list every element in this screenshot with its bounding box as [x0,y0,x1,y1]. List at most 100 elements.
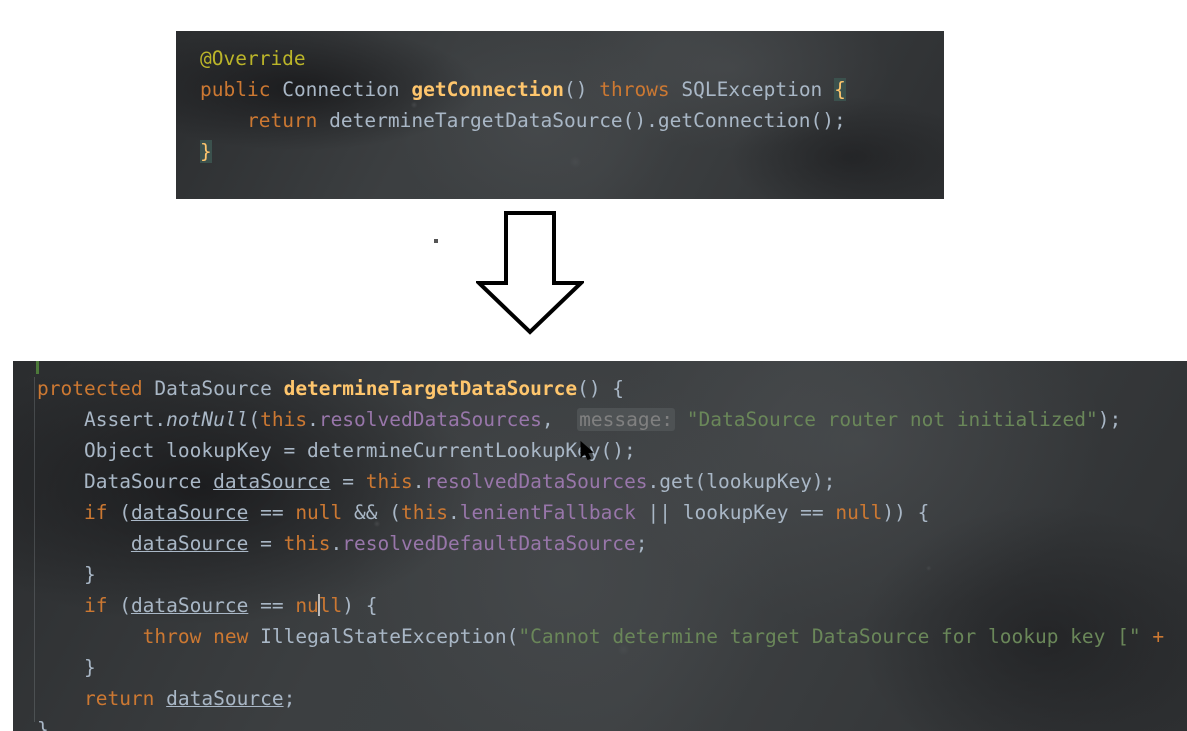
stray-dot-artifact [434,239,438,243]
code-token-punct [154,687,166,710]
code-token-punct [37,625,131,648]
code-token-punct: ( [248,408,261,431]
code-token-str: "Cannot determine target DataSource for … [518,625,1141,648]
code-token-punct [37,532,131,555]
bottom-code-lines[interactable]: protected DataSource determineTargetData… [13,361,1187,731]
code-token-local-u: dataSource [130,532,249,555]
code-token-type: SQLException [681,78,823,101]
code-token-type: Assert [83,408,155,431]
code-token-punct [143,377,155,400]
code-token-kw: this [400,501,448,524]
code-token-call: determineTargetDataSource [329,109,623,132]
code-token-call: getConnection [657,109,811,132]
code-token-punct [272,377,284,400]
code-token-punct: == [248,501,296,524]
code-token-punct [200,109,247,132]
code-token-punct [37,501,84,524]
code-token-kw: return [246,109,318,132]
code-token-punct [822,78,834,101]
code-line[interactable]: } [37,559,1187,590]
code-line[interactable]: Assert.notNull(this.resolvedDataSources,… [37,404,1187,435]
code-token-punct: , [541,408,566,431]
code-token-punct: ( [107,501,131,524]
code-line[interactable]: } [37,714,1187,731]
code-line[interactable]: } [37,652,1187,683]
code-line[interactable]: if (dataSource == null) { [37,590,1187,621]
code-token-kw: null [835,501,883,524]
code-line[interactable]: protected DataSource determineTargetData… [37,373,1187,404]
code-token-punct: == [248,594,296,617]
code-token-punct: )) { [882,501,930,524]
code-token-punct: lookupKey = [154,439,308,462]
code-token-field: resolvedDefaultDataSource [342,532,636,555]
code-token-field: lenientFallback [459,501,636,524]
code-token-punct [37,594,84,617]
code-token-punct [270,78,282,101]
code-token-punct: (lookupKey); [694,470,836,493]
code-token-punct: } [37,656,96,679]
code-token-punct: . [447,501,460,524]
code-token-punct: (); [810,109,846,132]
code-token-kw: this [365,470,413,493]
code-token-kw: if [83,501,108,524]
code-line[interactable]: throw new IllegalStateException("Cannot … [37,621,1187,652]
code-token-punct [248,625,260,648]
code-token-local-u: dataSource [166,687,284,710]
code-token-type: Connection [282,78,400,101]
code-line[interactable]: return dataSource; [37,683,1187,714]
code-token-kw: return [83,687,155,710]
arrow-shape [476,211,584,335]
code-token-kw: public [200,78,271,101]
code-token-punct [37,439,84,462]
code-token-kw: + [1140,625,1165,648]
code-token-punct: . [307,408,319,431]
top-code-lines[interactable]: @Override public Connection getConnection… [176,31,944,167]
code-token-brace-hl: { [834,78,846,101]
code-token-punct: && ( [342,501,401,524]
vcs-added-marker [36,361,39,374]
code-token-method: determineTargetDataSource [283,377,578,400]
top-code-snippet-panel[interactable]: @Override public Connection getConnection… [176,31,944,199]
code-token-punct: (); [600,439,636,462]
code-line[interactable]: return determineTargetDataSource().getCo… [200,105,944,136]
code-token-field: resolvedDataSources [318,408,542,431]
code-token-punct [317,109,329,132]
code-line[interactable]: dataSource = this.resolvedDefaultDataSou… [37,528,1187,559]
code-token-field: resolvedDataSources [424,470,648,493]
code-token-kw: new [213,625,249,648]
code-line[interactable]: } [200,136,944,167]
code-line[interactable]: if (dataSource == null && (this.lenientF… [37,497,1187,528]
code-token-local-u: dataSource [130,594,249,617]
code-line[interactable]: @Override [200,43,944,74]
code-token-call: get [659,470,695,493]
code-token-punct [670,78,682,101]
code-token-punct: () { [577,377,625,400]
bottom-code-snippet-panel[interactable]: protected DataSource determineTargetData… [13,361,1187,731]
code-token-punct: = [248,532,284,555]
code-token-brace-hl: } [200,140,212,163]
code-token-punct: ; [635,532,648,555]
code-line[interactable]: public Connection getConnection() throws… [200,74,944,105]
code-token-punct: ) { [342,594,378,617]
code-token-punct: . [412,470,425,493]
code-token-kw: throws [599,78,670,101]
code-token-punct: ; [283,687,296,710]
code-token-punct: () [563,78,600,101]
code-token-kw: throw [142,625,202,648]
code-token-punct: . [330,532,343,555]
code-token-punct: . [647,470,660,493]
code-token-punct: ( [506,625,519,648]
indent-guide-line [34,377,35,722]
downward-flow-arrow [476,211,584,335]
code-token-kw: nu [295,594,319,617]
code-token-punct: || lookupKey == [635,501,836,524]
code-token-punct: = [330,470,366,493]
code-line[interactable]: Object lookupKey = determineCurrentLooku… [37,435,1187,466]
code-token-ital: notNull [166,408,249,431]
code-token-kw: this [283,532,331,555]
code-token-kw: this [260,408,308,431]
code-token-punct [37,408,84,431]
code-line[interactable]: DataSource dataSource = this.resolvedDat… [37,466,1187,497]
code-token-method: getConnection [411,78,564,101]
code-token-type: DataSource [154,377,272,400]
